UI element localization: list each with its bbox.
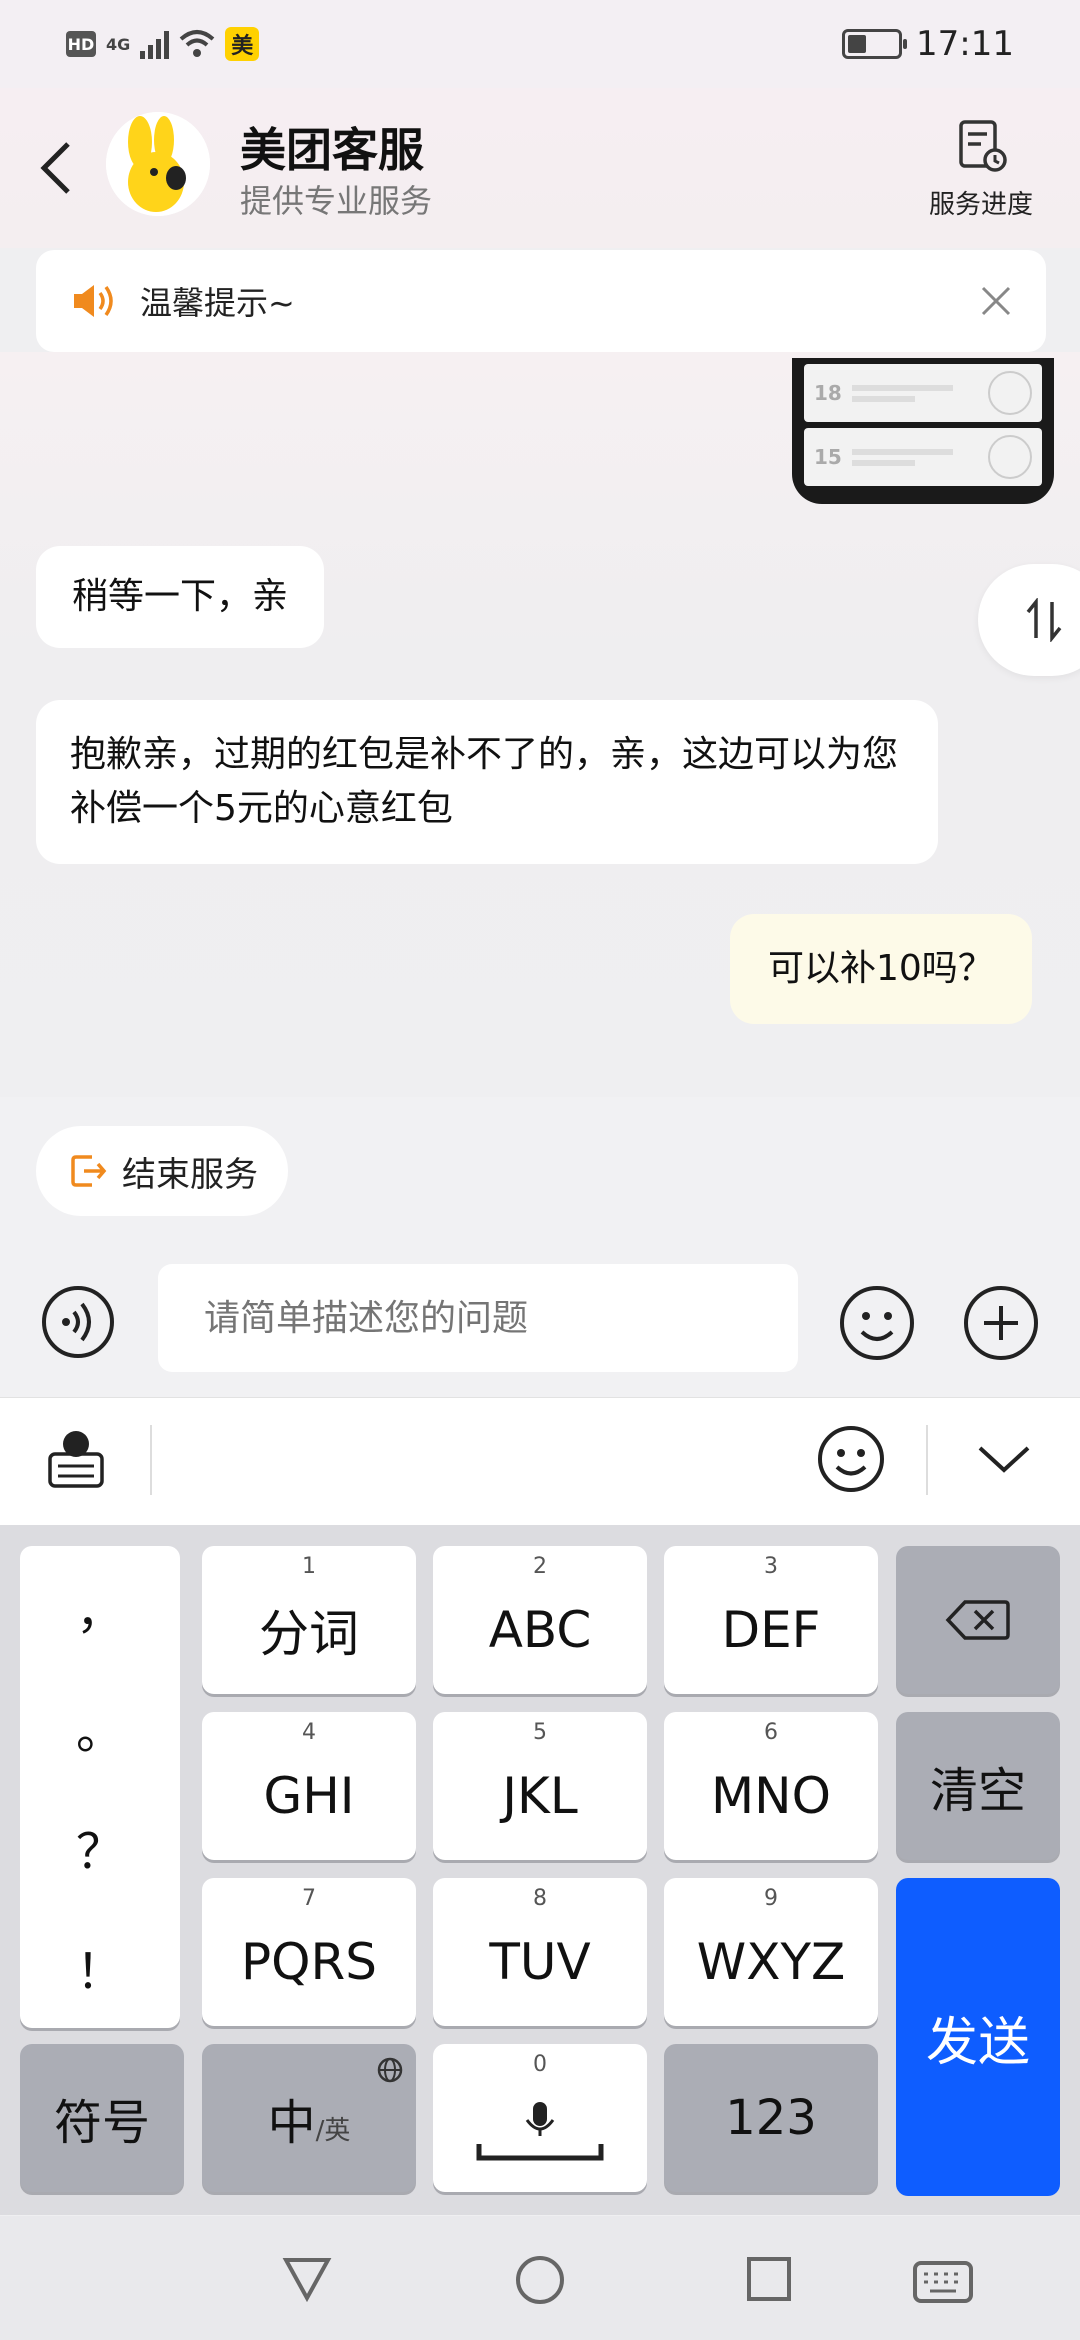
toolbar-divider: [150, 1425, 152, 1495]
key-5[interactable]: 5 JKL: [433, 1712, 647, 1860]
back-button[interactable]: [30, 128, 80, 208]
speaker-icon: [74, 285, 113, 317]
key-1[interactable]: 1 分词: [202, 1546, 416, 1694]
battery-icon: [842, 29, 908, 59]
agent-message[interactable]: 稍等一下，亲: [36, 546, 325, 648]
close-icon[interactable]: [980, 285, 1012, 317]
page-subtitle: 提供专业服务: [240, 182, 433, 220]
chat-header: 美团客服 提供专业服务 服务进度: [0, 88, 1080, 248]
back-nav-icon[interactable]: [282, 2256, 332, 2302]
status-bar: HD 4G 美 17:11: [0, 0, 1080, 88]
symbols-key[interactable]: 符号: [20, 2044, 184, 2192]
punctuation-column[interactable]: ， 。 ？ ！: [20, 1546, 180, 2028]
punct-question[interactable]: ？: [76, 1787, 124, 1907]
avatar[interactable]: [106, 112, 210, 216]
navigation-bar: [0, 2216, 1080, 2340]
space-key[interactable]: 0: [433, 2044, 647, 2192]
key-7[interactable]: 7 PQRS: [202, 1878, 416, 2026]
language-switch-key[interactable]: 中/英: [202, 2044, 416, 2192]
recents-nav-icon[interactable]: [746, 2256, 792, 2302]
swap-vertical-icon: [1026, 598, 1062, 642]
backspace-icon: [945, 1600, 1010, 1640]
key-4[interactable]: 4 GHI: [202, 1712, 416, 1860]
coupon-amount: 15: [814, 445, 842, 469]
wifi-icon: [179, 30, 215, 57]
end-service-label: 结束服务: [122, 1154, 258, 1195]
keyboard-toolbar: [0, 1397, 1080, 1525]
coupon-item: 15: [804, 428, 1042, 486]
service-progress-label: 服务进度: [928, 190, 1033, 220]
key-2[interactable]: 2 ABC: [433, 1546, 647, 1694]
globe-icon: [377, 2057, 403, 2083]
keyboard-emoji-icon[interactable]: [816, 1424, 886, 1494]
clear-key[interactable]: 清空: [896, 1712, 1060, 1860]
message-input[interactable]: [158, 1264, 798, 1372]
meituan-app-icon: 美: [225, 27, 260, 61]
tip-text: 温馨提示~: [140, 284, 295, 322]
coupon-amount: 18: [814, 381, 842, 405]
clock: 17:11: [916, 24, 1014, 64]
document-clock-icon: [959, 120, 1007, 172]
send-key[interactable]: 发送: [896, 1878, 1060, 2196]
punct-exclaim[interactable]: ！: [76, 1907, 124, 2027]
service-progress-button[interactable]: 服务进度: [908, 118, 1054, 221]
tip-banner[interactable]: 温馨提示~: [36, 250, 1046, 352]
add-icon[interactable]: [962, 1284, 1040, 1362]
emoji-icon[interactable]: [838, 1284, 916, 1362]
signal-icon: [140, 29, 170, 59]
voice-input-icon[interactable]: [40, 1284, 116, 1360]
key-6[interactable]: 6 MNO: [664, 1712, 878, 1860]
key-8[interactable]: 8 TUV: [433, 1878, 647, 2026]
key-9[interactable]: 9 WXYZ: [664, 1878, 878, 2026]
numbers-key[interactable]: 123: [664, 2044, 878, 2192]
agent-message[interactable]: 抱歉亲，过期的红包是补不了的，亲，这边可以为您补偿一个5元的心意红包: [36, 700, 938, 864]
collapse-keyboard-icon[interactable]: [976, 1440, 1032, 1476]
page-title: 美团客服: [240, 123, 424, 177]
toolbar-divider: [926, 1425, 928, 1495]
punct-period[interactable]: 。: [76, 1667, 124, 1787]
scroll-toggle-button[interactable]: [978, 564, 1080, 676]
keyboard-settings-icon[interactable]: [46, 1428, 106, 1492]
image-message[interactable]: 18 15: [792, 358, 1054, 504]
end-service-button[interactable]: 结束服务: [36, 1126, 288, 1216]
chevron-left-icon: [40, 142, 70, 194]
keyboard-nav-icon[interactable]: [912, 2260, 974, 2304]
space-mic-icon: [476, 2102, 604, 2161]
punct-comma[interactable]: ，: [76, 1547, 124, 1667]
home-nav-icon[interactable]: [514, 2254, 566, 2306]
key-3[interactable]: 3 DEF: [664, 1546, 878, 1694]
coupon-item: 18: [804, 364, 1042, 422]
user-message[interactable]: 可以补10吗？: [730, 914, 1032, 1024]
exit-icon: [71, 1155, 107, 1187]
hd-icon: HD: [66, 31, 96, 57]
network-type: 4G: [106, 34, 131, 54]
kangaroo-mascot-icon: [106, 112, 210, 216]
backspace-key[interactable]: [896, 1546, 1060, 1694]
